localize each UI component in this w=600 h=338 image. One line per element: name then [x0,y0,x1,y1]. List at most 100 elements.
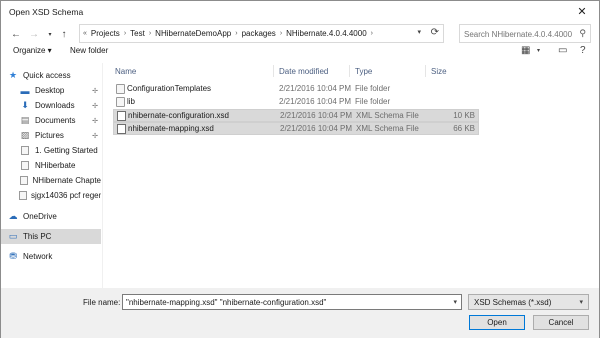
folder-icon [19,145,31,157]
breadcrumb-projects[interactable]: Projects [91,29,120,38]
file-size: 10 KB [453,111,475,120]
documents-icon: ▤ [20,115,30,125]
sidebar-item-nhibernate-chapter[interactable]: NHibernate Chapte [1,173,101,188]
cloud-icon: ☁ [8,211,18,221]
command-bar: Organize ▾ New folder ▦ ▾ ▭ ? [1,45,599,59]
pin-icon[interactable]: ✢ [92,117,98,125]
up-arrow-icon[interactable]: ↑ [57,26,71,42]
breadcrumb-separator-icon: › [148,30,152,37]
folder-icon [19,160,31,172]
sidebar-item-network[interactable]: ⛃ Network [1,249,101,264]
title-bar: Open XSD Schema ✕ [1,1,599,23]
organize-button[interactable]: Organize ▾ [13,46,52,55]
sidebar-item-label: NHiberbate [35,161,76,170]
file-row[interactable]: lib 2/21/2016 10:04 PM File folder [113,96,479,109]
navigation-pane: ★ Quick access ▬ Desktop ✢ ⬇ Downloads ✢… [1,63,101,285]
file-name-label: File name: [83,298,121,307]
sidebar-item-desktop[interactable]: ▬ Desktop ✢ [1,83,101,98]
file-type: File folder [355,97,391,106]
file-row[interactable]: nhibernate-mapping.xsd 2/21/2016 10:04 P… [113,122,479,135]
address-dropdown-icon[interactable]: ▾ [417,28,421,36]
xsd-file-icon [117,124,126,134]
file-name-field[interactable]: "nhibernate-mapping.xsd" "nhibernate-con… [122,294,462,310]
sidebar-item-label: sjgx14036 pcf regen [31,191,101,200]
search-icon[interactable]: ⚲ [579,28,586,39]
folder-icon [19,175,29,187]
sidebar-item-downloads[interactable]: ⬇ Downloads ✢ [1,98,101,113]
breadcrumb-separator-icon: › [370,30,373,37]
file-name: ConfigurationTemplates [127,84,212,93]
forward-arrow-icon[interactable]: → [27,26,41,42]
sidebar-item-label: Documents [35,116,76,125]
breadcrumb-separator-icon: › [123,30,127,37]
sidebar-item-label: This PC [23,232,52,241]
file-name: nhibernate-configuration.xsd [128,111,229,120]
view-options-icon[interactable]: ▦ [521,45,530,56]
sidebar-item-label: Desktop [35,86,65,95]
breadcrumb-nhibernate-package[interactable]: NHibernate.4.0.4.4000 [286,29,367,38]
folder-icon [116,84,125,94]
column-header-name[interactable]: Name [115,63,136,79]
open-file-dialog: Open XSD Schema ✕ ← → ▾ ↑ « Projects › T… [0,0,600,338]
pictures-icon: ▨ [20,130,30,140]
file-row[interactable]: nhibernate-configuration.xsd 2/21/2016 1… [113,109,479,122]
pin-icon[interactable]: ✢ [92,87,98,95]
file-list: Name Date modified Type Size Configurati… [105,63,599,288]
breadcrumb-nhibernatedemoapp[interactable]: NHibernateDemoApp [155,29,231,38]
pane-divider[interactable] [102,63,103,288]
file-row[interactable]: ConfigurationTemplates 2/21/2016 10:04 P… [113,83,479,96]
column-header-type[interactable]: Type [355,63,372,79]
sidebar-item-label: Quick access [23,71,71,80]
refresh-icon[interactable]: ⟳ [431,27,439,38]
sidebar-item-pictures[interactable]: ▨ Pictures ✢ [1,128,101,143]
chevron-down-icon[interactable]: ▾ [43,26,57,42]
pin-icon[interactable]: ✢ [92,132,98,140]
sidebar-item-label: 1. Getting Started [35,146,98,155]
preview-pane-icon[interactable]: ▭ [558,45,567,56]
file-name-value[interactable]: "nhibernate-mapping.xsd" "nhibernate-con… [126,298,326,307]
pin-icon[interactable]: ✢ [92,102,98,110]
sidebar-item-label: NHibernate Chapte [32,176,101,185]
back-arrow-icon[interactable]: ← [9,26,23,42]
dialog-footer: File name: "nhibernate-mapping.xsd" "nhi… [1,288,599,338]
new-folder-button[interactable]: New folder [70,46,108,55]
chevron-down-icon[interactable]: ▾ [453,298,457,306]
column-header-date[interactable]: Date modified [279,63,328,79]
cancel-button[interactable]: Cancel [533,315,589,330]
file-date: 2/21/2016 10:04 PM [280,124,353,133]
open-button[interactable]: Open [469,315,525,330]
file-type-filter[interactable]: XSD Schemas (*.xsd) ▾ [468,294,589,310]
sidebar-item-quick-access[interactable]: ★ Quick access [7,68,107,83]
star-icon: ★ [8,70,18,80]
file-type: File folder [355,84,391,93]
file-size: 66 KB [453,124,475,133]
network-icon: ⛃ [9,251,17,261]
help-icon[interactable]: ? [580,45,586,56]
sidebar-item-onedrive[interactable]: ☁ OneDrive [1,209,101,224]
sidebar-item-getting-started[interactable]: 1. Getting Started [1,143,101,158]
breadcrumb-test[interactable]: Test [130,29,145,38]
search-input[interactable] [464,28,574,40]
column-header-size[interactable]: Size [431,63,447,79]
search-box[interactable]: ⚲ [459,24,591,43]
folder-icon [116,97,125,107]
address-bar[interactable]: « Projects › Test › NHibernateDemoApp › … [79,24,444,43]
breadcrumb-packages[interactable]: packages [242,29,276,38]
sidebar-item-sjgx14036[interactable]: sjgx14036 pcf regen [1,188,101,203]
file-name: nhibernate-mapping.xsd [128,124,214,133]
close-icon[interactable]: ✕ [571,3,593,19]
overflow-chevron-icon[interactable]: « [83,30,87,37]
xsd-file-icon [117,111,126,121]
computer-icon: ▭ [8,231,18,241]
file-type: XML Schema File [356,111,419,120]
breadcrumb-separator-icon: › [235,30,238,37]
view-dropdown-icon[interactable]: ▾ [537,47,540,54]
column-divider[interactable] [425,65,426,77]
sidebar-item-documents[interactable]: ▤ Documents ✢ [1,113,101,128]
chevron-down-icon[interactable]: ▾ [579,298,583,306]
breadcrumb-separator-icon: › [279,30,283,37]
sidebar-item-nhiberbate[interactable]: NHiberbate [1,158,101,173]
sidebar-item-this-pc[interactable]: ▭ This PC [1,229,101,244]
column-divider[interactable] [349,65,350,77]
column-divider[interactable] [273,65,274,77]
